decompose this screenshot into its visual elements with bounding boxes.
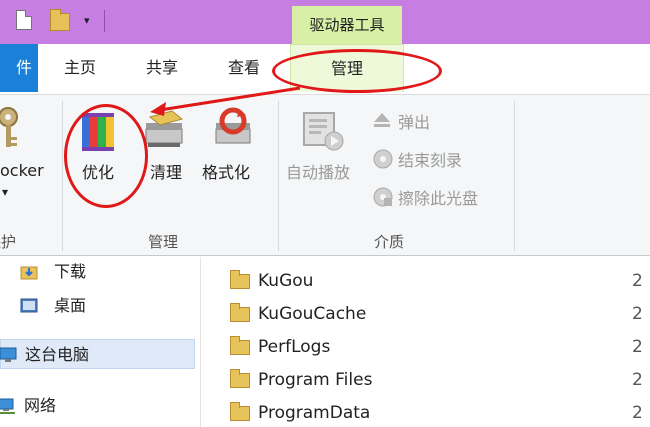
group-label-protect: 保护 [0,233,17,251]
nav-item-downloads[interactable]: 下载 [0,257,195,287]
file-row-program-files[interactable]: Program Files 2 [226,364,650,397]
group-label-manage: 管理 [148,233,179,251]
pane-divider[interactable] [200,257,201,427]
nav-item-label: 这台电脑 [25,345,90,364]
finish-burning-icon [373,149,393,169]
cleanup-icon [145,110,184,147]
group-separator [62,101,63,251]
file-date: 2 [632,403,643,423]
tab-view[interactable]: 查看 [220,44,268,92]
file-date: 2 [632,370,643,390]
annotation-circle [64,104,148,208]
erase-disc-label: 擦除此光盘 [398,189,479,208]
title-bar: ▾ 驱动器工具 [0,0,650,50]
nav-item-desktop[interactable]: 桌面 [0,291,195,321]
file-date: 2 [632,271,643,291]
file-row-kugou[interactable]: KuGou 2 [226,265,650,298]
eject-label: 弹出 [398,113,431,132]
file-row-perflogs[interactable]: PerfLogs 2 [226,331,650,364]
format-button[interactable]: 格式化 [200,101,266,211]
file-date: 2 [632,337,643,357]
file-row-programdata[interactable]: ProgramData 2 [226,397,650,427]
bitlocker-label: ocker [0,161,44,180]
erase-disc-icon [373,187,393,207]
title-separator [104,10,105,32]
file-name: ProgramData [258,403,371,423]
finish-burning-label: 结束刻录 [398,151,463,170]
folder-icon [230,270,250,289]
download-folder-icon [20,266,38,280]
file-name: Program Files [258,370,373,390]
autoplay-button[interactable]: 自动播放 [284,101,364,211]
bitlocker-button[interactable]: ocker ▾ [0,95,60,215]
cleanup-label: 清理 [150,163,183,182]
file-name: PerfLogs [258,337,331,357]
folder-icon [230,402,250,421]
tab-file[interactable]: 件 [0,44,38,92]
format-icon [215,107,251,144]
bitlocker-key-icon [0,107,18,147]
nav-item-label: 网络 [24,396,57,415]
nav-item-label: 下载 [54,262,87,281]
network-icon [0,398,15,414]
properties-icon[interactable] [16,10,32,30]
autoplay-icon [303,112,344,151]
folder-icon [230,369,250,388]
autoplay-label: 自动播放 [286,163,351,182]
eject-icon [374,113,390,127]
group-separator [514,101,515,251]
file-name: KuGou [258,271,314,291]
file-name: KuGouCache [258,304,367,324]
this-pc-icon [0,347,17,362]
erase-disc-button[interactable]: 擦除此光盘 [370,183,510,211]
tab-manage[interactable]: 管理 [290,44,404,92]
nav-item-network[interactable]: 网络 [0,391,195,421]
tab-home[interactable]: 主页 [56,44,104,92]
nav-item-label: 桌面 [54,296,87,315]
ribbon-tab-row: 件 主页 共享 查看 管理 [0,44,650,94]
new-folder-icon[interactable] [50,9,70,31]
eject-button[interactable]: 弹出 [370,107,490,135]
group-label-media: 介质 [374,233,405,251]
group-separator [278,101,279,251]
finish-burning-button[interactable]: 结束刻录 [370,145,490,173]
folder-icon [230,336,250,355]
folder-icon [230,303,250,322]
quick-access-dropdown-icon[interactable]: ▾ [84,14,90,36]
nav-item-this-pc[interactable]: 这台电脑 [0,339,195,369]
format-label: 格式化 [202,163,251,182]
file-date: 2 [632,304,643,324]
tab-share[interactable]: 共享 [138,44,186,92]
navigation-pane: 下载 桌面 这台电脑 网络 [0,257,200,427]
bitlocker-dropdown-arrow: ▾ [2,185,9,199]
file-row-kugoucache[interactable]: KuGouCache 2 [226,298,650,331]
desktop-icon [20,298,38,313]
